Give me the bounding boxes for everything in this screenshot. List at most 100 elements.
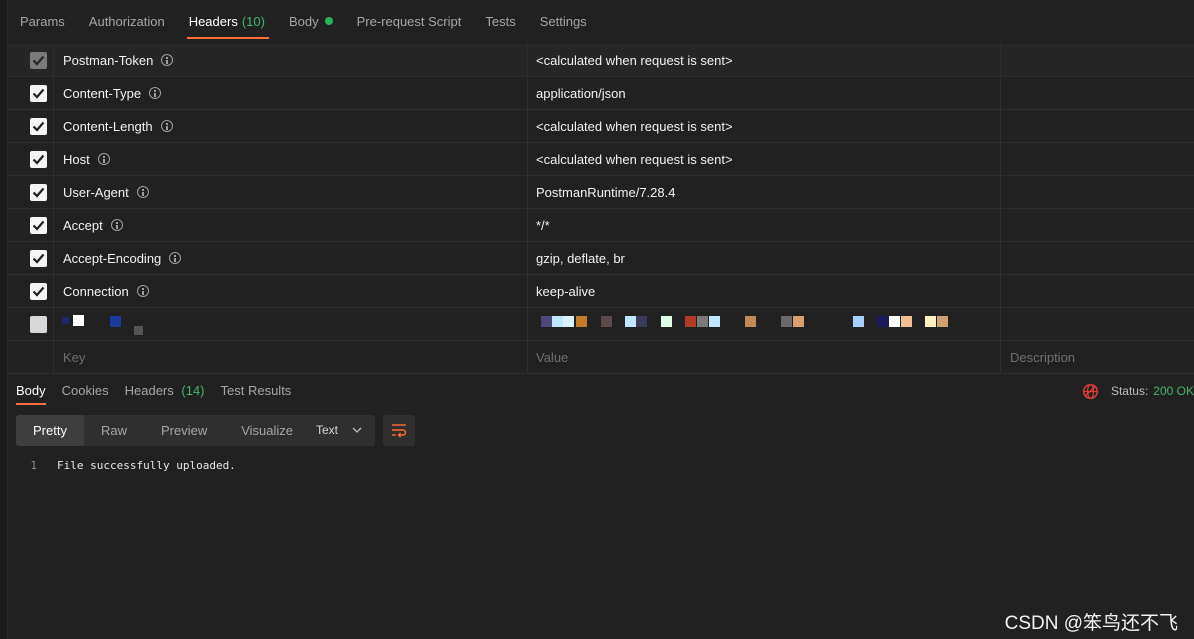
code-text: File successfully uploaded. <box>57 459 236 472</box>
tab-label: Settings <box>539 14 587 29</box>
header-key: Content-Length <box>63 119 153 134</box>
info-icon[interactable] <box>160 120 173 132</box>
header-description <box>1000 308 1194 341</box>
pretty-button[interactable]: Pretty <box>16 415 84 446</box>
header-checkbox[interactable] <box>30 118 47 135</box>
check-icon <box>32 154 45 165</box>
tab-settings[interactable]: Settings <box>540 0 587 44</box>
header-value: PostmanRuntime/7.28.4 <box>527 176 1000 209</box>
globe-icon[interactable] <box>1082 383 1099 400</box>
tab-label: Tests <box>485 14 516 29</box>
tab-test-results[interactable]: Test Results <box>221 376 292 406</box>
info-icon[interactable] <box>161 54 174 66</box>
view-mode-group: Pretty Raw Preview Visualize <box>16 415 311 446</box>
header-value: <calculated when request is sent> <box>527 44 1000 77</box>
info-icon[interactable] <box>149 87 162 99</box>
tab-authorization[interactable]: Authorization <box>89 0 165 44</box>
new-description-input[interactable]: Description <box>1000 341 1194 374</box>
header-key: Accept-Encoding <box>63 251 162 266</box>
format-select-value: Text <box>316 423 339 437</box>
table-row: User-Agent PostmanRuntime/7.28.4 <box>8 176 1194 209</box>
check-icon <box>32 253 45 264</box>
response-body-editor[interactable]: 1 File successfully uploaded. <box>16 458 236 474</box>
tab-label: Headers <box>188 14 238 29</box>
headers-table: Postman-Token <calculated when request i… <box>8 44 1194 374</box>
header-key[interactable]: Content-Type <box>63 86 141 101</box>
table-row: Connection keep-alive <box>8 275 1194 308</box>
tab-pre-request-script[interactable]: Pre-request Script <box>357 0 462 44</box>
header-description <box>1000 44 1194 77</box>
header-checkbox[interactable] <box>30 217 47 234</box>
header-description <box>1000 209 1194 242</box>
watermark: CSDN @笨鸟还不飞 <box>1004 613 1178 634</box>
left-sidebar-strip <box>0 0 8 639</box>
header-checkbox[interactable] <box>30 250 47 267</box>
header-checkbox[interactable] <box>30 85 47 102</box>
raw-button[interactable]: Raw <box>84 415 144 446</box>
header-key: Connection <box>63 284 129 299</box>
header-value: <calculated when request is sent> <box>527 110 1000 143</box>
info-icon[interactable] <box>169 252 182 264</box>
header-description <box>1000 176 1194 209</box>
header-value: <calculated when request is sent> <box>527 143 1000 176</box>
header-description <box>1000 242 1194 275</box>
check-icon <box>32 187 45 198</box>
table-row: Host <calculated when request is sent> <box>8 143 1194 176</box>
header-value[interactable]: application/json <box>527 77 1000 110</box>
tab-tests[interactable]: Tests <box>485 0 515 44</box>
check-icon <box>32 286 45 297</box>
line-number: 1 <box>30 459 37 472</box>
info-icon[interactable] <box>97 153 110 165</box>
header-key: Postman-Token <box>63 53 154 68</box>
new-value-input[interactable]: Value <box>527 341 1000 374</box>
redacted-header-key <box>53 308 527 341</box>
redacted-header-value <box>527 308 1000 341</box>
check-icon <box>32 121 45 132</box>
status-label: Status: <box>1110 384 1149 398</box>
tab-params[interactable]: Params <box>20 0 65 44</box>
table-row: Accept */* <box>8 209 1194 242</box>
header-key: User-Agent <box>63 185 129 200</box>
header-checkbox[interactable] <box>30 151 47 168</box>
wrap-lines-icon <box>392 424 407 438</box>
response-tabs: Body Cookies Headers (14) Test Results <box>8 376 1194 406</box>
tab-label: Pre-request Script <box>356 14 462 29</box>
header-description <box>1000 143 1194 176</box>
tab-body[interactable]: Body <box>289 0 333 44</box>
header-checkbox <box>30 52 47 69</box>
check-icon <box>32 55 45 66</box>
tab-response-cookies[interactable]: Cookies <box>62 376 109 406</box>
new-key-input[interactable]: Key <box>53 341 527 374</box>
header-description <box>1000 110 1194 143</box>
request-tabs: Params Authorization Headers (10) Body Pr… <box>8 0 1194 44</box>
header-key: Accept <box>63 218 103 233</box>
redacted-header-row <box>8 308 1194 341</box>
chevron-down-icon <box>352 427 362 433</box>
table-row: Content-Type application/json <box>8 77 1194 110</box>
check-icon <box>32 88 45 99</box>
header-description[interactable] <box>1000 77 1194 110</box>
tab-response-headers[interactable]: Headers (14) <box>125 376 205 406</box>
code-line: 1 File successfully uploaded. <box>16 458 236 474</box>
info-icon[interactable] <box>110 219 123 231</box>
header-description <box>1000 275 1194 308</box>
header-checkbox[interactable] <box>30 184 47 201</box>
table-row: Content-Length <calculated when request … <box>8 110 1194 143</box>
header-key: Host <box>63 152 90 167</box>
tab-response-body[interactable]: Body <box>16 376 46 406</box>
info-icon[interactable] <box>136 285 149 297</box>
format-select[interactable]: Text <box>305 415 375 446</box>
new-header-row: Key Value Description <box>8 341 1194 374</box>
info-icon[interactable] <box>136 186 149 198</box>
table-row: Postman-Token <calculated when request i… <box>8 44 1194 77</box>
tab-label: Body <box>288 14 319 29</box>
table-row: Accept-Encoding gzip, deflate, br <box>8 242 1194 275</box>
header-checkbox[interactable] <box>30 316 47 333</box>
header-value: gzip, deflate, br <box>527 242 1000 275</box>
tab-headers[interactable]: Headers (10) <box>186 0 270 44</box>
header-checkbox[interactable] <box>30 283 47 300</box>
wrap-lines-button[interactable] <box>383 415 415 446</box>
visualize-button[interactable]: Visualize <box>224 415 310 446</box>
preview-button[interactable]: Preview <box>144 415 224 446</box>
headers-count: (10) <box>241 14 265 29</box>
